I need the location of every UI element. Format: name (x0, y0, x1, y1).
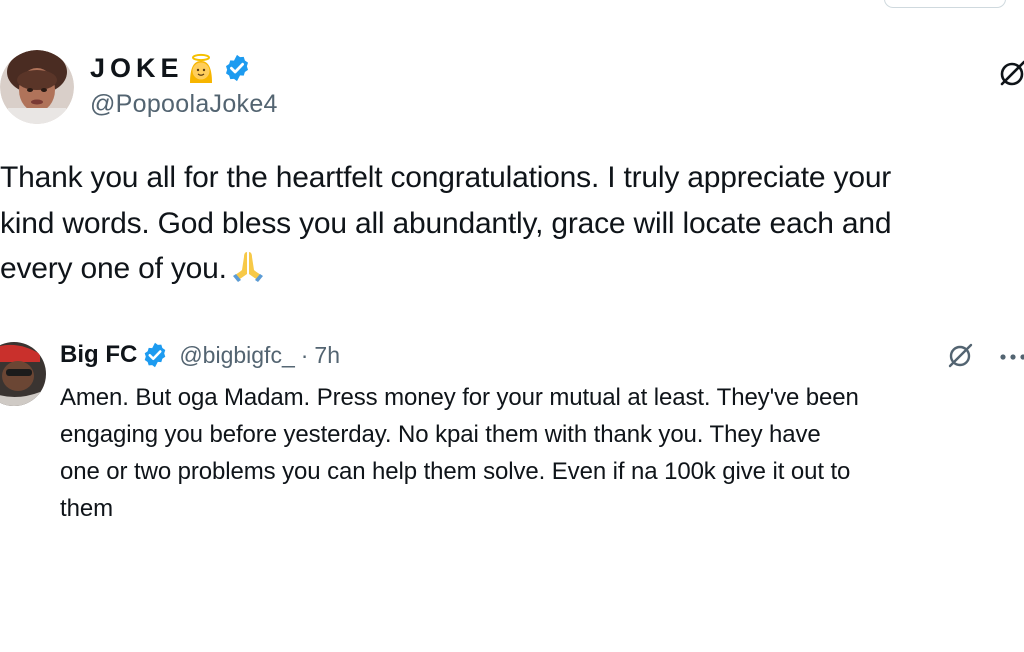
reply-avatar[interactable] (0, 336, 46, 412)
reply-handle[interactable]: @bigbigfc_ (179, 342, 294, 369)
reply-text-line-2: engaging you before yesterday. No kpai t… (60, 421, 821, 448)
main-text-line-3: every one of you. (0, 246, 1024, 292)
separator-dot: · (300, 341, 309, 368)
top-button-edge[interactable] (884, 0, 1006, 8)
grok-icon[interactable] (996, 56, 1024, 90)
main-tweet-text: Thank you all for the heartfelt congratu… (0, 155, 1024, 292)
main-name-row: JOKE (90, 50, 252, 86)
reply-tweet-text: Amen. But oga Madam. Press money for you… (60, 379, 1024, 527)
reply-display-name[interactable]: Big FC (60, 341, 137, 369)
verified-badge-icon (141, 341, 169, 369)
main-text-line-2: kind words. God bless you all abundantly… (0, 206, 892, 240)
folded-hands-emoji-icon (227, 248, 269, 282)
reply-header: Big FC @bigbigfc_ · 7h (60, 338, 340, 372)
reply-text-line-4: them (60, 495, 113, 522)
main-handle[interactable]: @PopoolaJoke4 (90, 90, 278, 119)
main-display-name[interactable]: JOKE (90, 53, 184, 84)
more-options-icon[interactable] (998, 342, 1024, 370)
reply-text-line-3: one or two problems you can help them so… (60, 458, 851, 485)
tweet-screenshot: JOKE @PopoolaJoke4 Thank you all for the… (0, 0, 1024, 652)
verified-badge-icon (222, 53, 252, 83)
grok-icon[interactable] (946, 340, 976, 370)
angel-emoji-icon (186, 53, 216, 83)
reply-timestamp[interactable]: 7h (314, 342, 340, 369)
reply-avatar-photo-icon (0, 342, 46, 406)
reply-text-line-1: Amen. But oga Madam. Press money for you… (60, 384, 859, 411)
main-text-line-1: Thank you all for the heartfelt congratu… (0, 161, 892, 194)
main-avatar[interactable] (0, 50, 74, 124)
main-text-line-3-text: every one of you. (0, 252, 227, 285)
avatar-photo-icon (0, 50, 74, 124)
